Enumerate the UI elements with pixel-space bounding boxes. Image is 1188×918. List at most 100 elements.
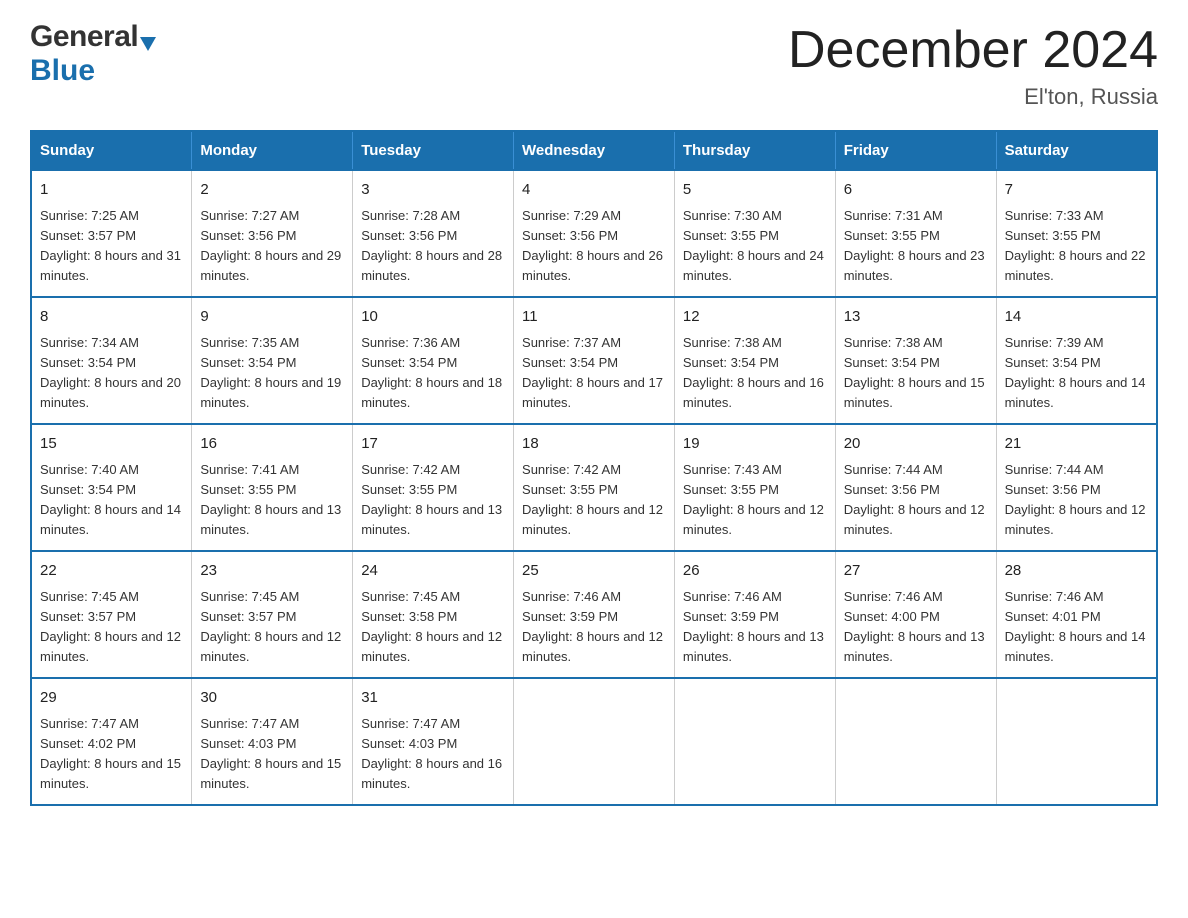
day-detail: Sunrise: 7:36 AMSunset: 3:54 PMDaylight:… <box>361 333 505 414</box>
calendar-cell: 17 Sunrise: 7:42 AMSunset: 3:55 PMDayligh… <box>353 424 514 551</box>
week-row-1: 1 Sunrise: 7:25 AMSunset: 3:57 PMDaylight… <box>31 170 1157 297</box>
day-number: 18 <box>522 433 666 456</box>
calendar-cell: 23 Sunrise: 7:45 AMSunset: 3:57 PMDayligh… <box>192 551 353 678</box>
calendar-cell: 26Sunrise: 7:46 AMSunset: 3:59 PMDayligh… <box>674 551 835 678</box>
calendar-cell: 2 Sunrise: 7:27 AMSunset: 3:56 PMDaylight… <box>192 170 353 297</box>
day-detail: Sunrise: 7:46 AMSunset: 3:59 PMDaylight:… <box>522 587 666 668</box>
day-number: 3 <box>361 179 505 202</box>
day-number: 29 <box>40 687 183 710</box>
calendar-cell: 7Sunrise: 7:33 AMSunset: 3:55 PMDaylight… <box>996 170 1157 297</box>
month-title: December 2024 <box>788 20 1158 80</box>
day-detail: Sunrise: 7:44 AMSunset: 3:56 PMDaylight:… <box>1005 460 1148 541</box>
calendar-cell: 12 Sunrise: 7:38 AMSunset: 3:54 PMDayligh… <box>674 297 835 424</box>
day-number: 11 <box>522 306 666 329</box>
calendar-cell: 22 Sunrise: 7:45 AMSunset: 3:57 PMDayligh… <box>31 551 192 678</box>
day-number: 13 <box>844 306 988 329</box>
day-number: 6 <box>844 179 988 202</box>
day-detail: Sunrise: 7:40 AMSunset: 3:54 PMDaylight:… <box>40 460 183 541</box>
day-detail: Sunrise: 7:42 AMSunset: 3:55 PMDaylight:… <box>361 460 505 541</box>
day-detail: Sunrise: 7:44 AMSunset: 3:56 PMDaylight:… <box>844 460 988 541</box>
calendar-cell: 27Sunrise: 7:46 AMSunset: 4:00 PMDayligh… <box>835 551 996 678</box>
day-detail: Sunrise: 7:38 AMSunset: 3:54 PMDaylight:… <box>844 333 988 414</box>
day-number: 23 <box>200 560 344 583</box>
calendar-cell: 15 Sunrise: 7:40 AMSunset: 3:54 PMDayligh… <box>31 424 192 551</box>
day-detail: Sunrise: 7:47 AMSunset: 4:03 PMDaylight:… <box>361 714 505 795</box>
calendar-cell: 10 Sunrise: 7:36 AMSunset: 3:54 PMDayligh… <box>353 297 514 424</box>
day-detail: Sunrise: 7:31 AMSunset: 3:55 PMDaylight:… <box>844 206 988 287</box>
calendar-cell: 3 Sunrise: 7:28 AMSunset: 3:56 PMDaylight… <box>353 170 514 297</box>
day-detail: Sunrise: 7:33 AMSunset: 3:55 PMDaylight:… <box>1005 206 1148 287</box>
day-detail: Sunrise: 7:43 AMSunset: 3:55 PMDaylight:… <box>683 460 827 541</box>
calendar-cell: 6 Sunrise: 7:31 AMSunset: 3:55 PMDaylight… <box>835 170 996 297</box>
calendar-cell: 4Sunrise: 7:29 AMSunset: 3:56 PMDaylight… <box>514 170 675 297</box>
calendar-cell: 19 Sunrise: 7:43 AMSunset: 3:55 PMDayligh… <box>674 424 835 551</box>
logo-general-text: General <box>30 20 138 54</box>
calendar-cell: 24 Sunrise: 7:45 AMSunset: 3:58 PMDayligh… <box>353 551 514 678</box>
title-block: December 2024 El'ton, Russia <box>788 20 1158 110</box>
calendar-cell: 25 Sunrise: 7:46 AMSunset: 3:59 PMDayligh… <box>514 551 675 678</box>
day-detail: Sunrise: 7:30 AMSunset: 3:55 PMDaylight:… <box>683 206 827 287</box>
day-number: 31 <box>361 687 505 710</box>
day-number: 28 <box>1005 560 1148 583</box>
day-detail: Sunrise: 7:45 AMSunset: 3:57 PMDaylight:… <box>40 587 183 668</box>
calendar-cell: 31 Sunrise: 7:47 AMSunset: 4:03 PMDayligh… <box>353 678 514 805</box>
week-row-3: 15 Sunrise: 7:40 AMSunset: 3:54 PMDayligh… <box>31 424 1157 551</box>
day-detail: Sunrise: 7:45 AMSunset: 3:57 PMDaylight:… <box>200 587 344 668</box>
day-detail: Sunrise: 7:25 AMSunset: 3:57 PMDaylight:… <box>40 206 183 287</box>
calendar-cell: 11 Sunrise: 7:37 AMSunset: 3:54 PMDayligh… <box>514 297 675 424</box>
day-number: 25 <box>522 560 666 583</box>
day-number: 2 <box>200 179 344 202</box>
weekday-header-friday: Friday <box>835 131 996 170</box>
weekday-header-sunday: Sunday <box>31 131 192 170</box>
location-text: El'ton, Russia <box>788 84 1158 110</box>
day-detail: Sunrise: 7:38 AMSunset: 3:54 PMDaylight:… <box>683 333 827 414</box>
day-number: 22 <box>40 560 183 583</box>
day-number: 27 <box>844 560 988 583</box>
day-number: 30 <box>200 687 344 710</box>
logo: General Blue <box>30 20 158 88</box>
weekday-header-tuesday: Tuesday <box>353 131 514 170</box>
calendar-cell: 14 Sunrise: 7:39 AMSunset: 3:54 PMDayligh… <box>996 297 1157 424</box>
calendar-cell <box>674 678 835 805</box>
day-detail: Sunrise: 7:37 AMSunset: 3:54 PMDaylight:… <box>522 333 666 414</box>
day-detail: Sunrise: 7:47 AMSunset: 4:02 PMDaylight:… <box>40 714 183 795</box>
logo-blue-text: Blue <box>30 54 95 88</box>
calendar-cell: 28Sunrise: 7:46 AMSunset: 4:01 PMDayligh… <box>996 551 1157 678</box>
calendar-cell: 8 Sunrise: 7:34 AMSunset: 3:54 PMDaylight… <box>31 297 192 424</box>
day-number: 24 <box>361 560 505 583</box>
day-detail: Sunrise: 7:45 AMSunset: 3:58 PMDaylight:… <box>361 587 505 668</box>
day-number: 12 <box>683 306 827 329</box>
calendar-cell: 30Sunrise: 7:47 AMSunset: 4:03 PMDayligh… <box>192 678 353 805</box>
calendar-cell: 20 Sunrise: 7:44 AMSunset: 3:56 PMDayligh… <box>835 424 996 551</box>
calendar-cell <box>514 678 675 805</box>
calendar-table: SundayMondayTuesdayWednesdayThursdayFrid… <box>30 130 1158 806</box>
day-detail: Sunrise: 7:46 AMSunset: 3:59 PMDaylight:… <box>683 587 827 668</box>
calendar-cell: 5Sunrise: 7:30 AMSunset: 3:55 PMDaylight… <box>674 170 835 297</box>
day-detail: Sunrise: 7:27 AMSunset: 3:56 PMDaylight:… <box>200 206 344 287</box>
day-detail: Sunrise: 7:29 AMSunset: 3:56 PMDaylight:… <box>522 206 666 287</box>
calendar-cell: 1 Sunrise: 7:25 AMSunset: 3:57 PMDaylight… <box>31 170 192 297</box>
day-number: 8 <box>40 306 183 329</box>
day-number: 16 <box>200 433 344 456</box>
day-number: 17 <box>361 433 505 456</box>
week-row-4: 22 Sunrise: 7:45 AMSunset: 3:57 PMDayligh… <box>31 551 1157 678</box>
day-number: 10 <box>361 306 505 329</box>
day-number: 1 <box>40 179 183 202</box>
calendar-cell: 16 Sunrise: 7:41 AMSunset: 3:55 PMDayligh… <box>192 424 353 551</box>
day-number: 15 <box>40 433 183 456</box>
calendar-cell: 18Sunrise: 7:42 AMSunset: 3:55 PMDayligh… <box>514 424 675 551</box>
day-number: 20 <box>844 433 988 456</box>
day-detail: Sunrise: 7:41 AMSunset: 3:55 PMDaylight:… <box>200 460 344 541</box>
day-detail: Sunrise: 7:34 AMSunset: 3:54 PMDaylight:… <box>40 333 183 414</box>
week-row-5: 29 Sunrise: 7:47 AMSunset: 4:02 PMDayligh… <box>31 678 1157 805</box>
weekday-header-thursday: Thursday <box>674 131 835 170</box>
week-row-2: 8 Sunrise: 7:34 AMSunset: 3:54 PMDaylight… <box>31 297 1157 424</box>
calendar-cell: 9Sunrise: 7:35 AMSunset: 3:54 PMDaylight… <box>192 297 353 424</box>
weekday-header-saturday: Saturday <box>996 131 1157 170</box>
calendar-cell <box>996 678 1157 805</box>
day-detail: Sunrise: 7:28 AMSunset: 3:56 PMDaylight:… <box>361 206 505 287</box>
day-detail: Sunrise: 7:39 AMSunset: 3:54 PMDaylight:… <box>1005 333 1148 414</box>
day-number: 14 <box>1005 306 1148 329</box>
weekday-header-monday: Monday <box>192 131 353 170</box>
day-number: 19 <box>683 433 827 456</box>
